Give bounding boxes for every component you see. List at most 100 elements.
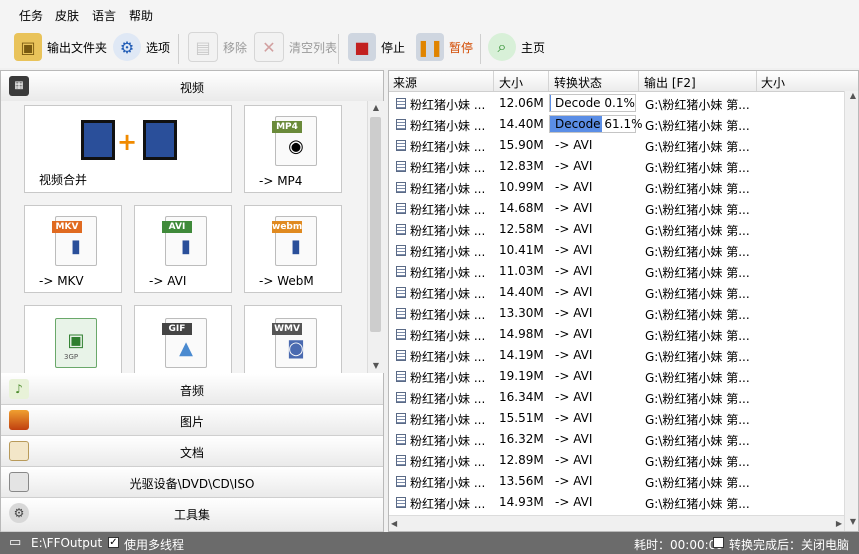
table-row[interactable]: 粉红猪小妹 ... 14.19M -> AVI G:\粉红猪小妹 第... bbox=[389, 345, 845, 366]
table-row[interactable]: 粉红猪小妹 ... 10.41M -> AVI G:\粉红猪小妹 第... bbox=[389, 240, 845, 261]
col-output-size[interactable]: 大小 bbox=[761, 74, 785, 91]
col-status[interactable]: 转换状态 bbox=[554, 74, 602, 91]
menu-help[interactable]: 帮助 bbox=[129, 7, 153, 24]
task-list-panel: 来源 大小 转换状态 输出 [F2] 大小 粉红猪小妹 ... 12.06M Dec… bbox=[388, 70, 859, 532]
table-row[interactable]: 粉红猪小妹 ... 19.19M -> AVI G:\粉红猪小妹 第... bbox=[389, 366, 845, 387]
toolbar-separator bbox=[178, 34, 179, 64]
table-row[interactable]: 粉红猪小妹 ... 11.03M -> AVI G:\粉红猪小妹 第... bbox=[389, 261, 845, 282]
file-icon bbox=[396, 308, 406, 319]
file-icon bbox=[396, 350, 406, 361]
file-icon bbox=[396, 224, 406, 235]
table-row[interactable]: 粉红猪小妹 ... 14.93M -> AVI G:\粉红猪小妹 第... bbox=[389, 492, 845, 513]
multithread-checkbox[interactable]: ✓ bbox=[108, 537, 119, 548]
table-row[interactable]: 粉红猪小妹 ... 14.68M -> AVI G:\粉红猪小妹 第... bbox=[389, 198, 845, 219]
tile-gif[interactable]: GIF ▲ bbox=[134, 305, 232, 373]
output-cell: G:\粉红猪小妹 第... bbox=[645, 98, 750, 112]
table-row[interactable]: 粉红猪小妹 ... 15.51M -> AVI G:\粉红猪小妹 第... bbox=[389, 408, 845, 429]
film-strip-icon bbox=[143, 120, 177, 160]
table-row[interactable]: 粉红猪小妹 ... 13.30M -> AVI G:\粉红猪小妹 第... bbox=[389, 303, 845, 324]
menu-skin[interactable]: 皮肤 bbox=[55, 7, 79, 24]
clear-list-button[interactable]: ✕ 清空列表 bbox=[254, 32, 337, 62]
elapsed-time: 耗时：00:00:09 bbox=[634, 538, 724, 552]
table-row[interactable]: 粉红猪小妹 ... 16.32M -> AVI G:\粉红猪小妹 第... bbox=[389, 429, 845, 450]
home-button[interactable]: ⌕ 主页 bbox=[488, 32, 545, 62]
scroll-thumb[interactable] bbox=[370, 117, 381, 332]
file-icon bbox=[396, 497, 406, 508]
output-path[interactable]: E:\FFOutput bbox=[31, 536, 102, 550]
output-folder-button[interactable]: ▣ 输出文件夹 bbox=[14, 32, 107, 62]
table-row[interactable]: 粉红猪小妹 ... 12.06M Decode 0.1% G:\粉红猪小妹 第... bbox=[389, 93, 845, 114]
category-scrollbar[interactable]: ▲ ▼ bbox=[367, 101, 384, 373]
tile-video-merge[interactable]: + 视频合并 bbox=[24, 105, 232, 193]
output-cell: G:\粉红猪小妹 第... bbox=[645, 119, 750, 133]
scroll-right-icon[interactable]: ▶ bbox=[836, 516, 842, 531]
mp4-file-icon: MP4 ◉ bbox=[272, 116, 317, 166]
after-done-checkbox[interactable] bbox=[713, 537, 724, 548]
tile-wmv[interactable]: WMV ◙ bbox=[244, 305, 342, 373]
status-cell: -> AVI bbox=[555, 201, 593, 215]
source-cell: 粉红猪小妹 ... bbox=[410, 140, 486, 154]
table-row[interactable]: 粉红猪小妹 ... 16.34M -> AVI G:\粉红猪小妹 第... bbox=[389, 387, 845, 408]
status-bar: ▭ E:\FFOutput ✓ 使用多线程 耗时：00:00:09 转换完成后：… bbox=[0, 532, 859, 554]
category-disc[interactable]: 光驱设备\DVD\CD\ISO bbox=[1, 467, 383, 498]
menu-language[interactable]: 语言 bbox=[92, 7, 116, 24]
status-cell: -> AVI bbox=[555, 390, 593, 404]
tile-webm[interactable]: webm ▮ -> WebM bbox=[244, 205, 342, 293]
tile-3gp[interactable]: ▣ 3GP bbox=[24, 305, 122, 373]
file-icon bbox=[396, 329, 406, 340]
category-audio[interactable]: ♪ 音频 bbox=[1, 374, 383, 405]
menu-task[interactable]: 任务 bbox=[19, 7, 43, 24]
table-row[interactable]: 粉红猪小妹 ... 13.56M -> AVI G:\粉红猪小妹 第... bbox=[389, 471, 845, 492]
tile-mp4[interactable]: MP4 ◉ -> MP4 bbox=[244, 105, 342, 193]
col-source[interactable]: 来源 bbox=[393, 74, 417, 91]
category-tools[interactable]: ⚙ 工具集 bbox=[1, 498, 383, 532]
options-button[interactable]: ⚙ 选项 bbox=[113, 32, 170, 62]
output-cell: G:\粉红猪小妹 第... bbox=[645, 161, 750, 175]
category-image[interactable]: 图片 bbox=[1, 405, 383, 436]
size-cell: 14.40M bbox=[499, 285, 544, 299]
scroll-left-icon[interactable]: ◀ bbox=[391, 516, 397, 531]
clear-list-icon: ✕ bbox=[254, 32, 284, 62]
size-cell: 12.89M bbox=[499, 453, 544, 467]
size-cell: 12.06M bbox=[499, 96, 544, 110]
table-row[interactable]: 粉红猪小妹 ... 14.40M Decode 61.1% G:\粉红猪小妹 第... bbox=[389, 114, 845, 135]
table-vertical-scrollbar[interactable]: ▲ ▼ bbox=[844, 91, 858, 531]
status-cell: -> AVI bbox=[555, 348, 593, 362]
pause-button[interactable]: ❚❚ 暂停 bbox=[416, 32, 473, 62]
table-row[interactable]: 粉红猪小妹 ... 15.90M -> AVI G:\粉红猪小妹 第... bbox=[389, 135, 845, 156]
category-video[interactable]: ▦ 视频 bbox=[1, 71, 383, 102]
source-cell: 粉红猪小妹 ... bbox=[410, 287, 486, 301]
scroll-down-icon[interactable]: ▼ bbox=[845, 517, 858, 531]
table-horizontal-scrollbar[interactable]: ◀ ▶ bbox=[389, 515, 844, 531]
size-cell: 15.51M bbox=[499, 411, 544, 425]
source-cell: 粉红猪小妹 ... bbox=[410, 392, 486, 406]
table-row[interactable]: 粉红猪小妹 ... 12.83M -> AVI G:\粉红猪小妹 第... bbox=[389, 156, 845, 177]
stop-button[interactable]: ■ 停止 bbox=[348, 32, 405, 62]
col-output[interactable]: 输出 [F2] bbox=[644, 74, 696, 91]
table-row[interactable]: 粉红猪小妹 ... 12.89M -> AVI G:\粉红猪小妹 第... bbox=[389, 450, 845, 471]
table-row[interactable]: 粉红猪小妹 ... 12.58M -> AVI G:\粉红猪小妹 第... bbox=[389, 219, 845, 240]
scroll-down-icon[interactable]: ▼ bbox=[368, 359, 384, 373]
tile-avi[interactable]: AVI ▮ -> AVI bbox=[134, 205, 232, 293]
category-panel: ▦ 视频 + 视频合并 MP4 ◉ -> MP4 MKV ▮ -> MKV AV… bbox=[0, 70, 384, 532]
col-size[interactable]: 大小 bbox=[499, 74, 523, 91]
table-row[interactable]: 粉红猪小妹 ... 14.40M -> AVI G:\粉红猪小妹 第... bbox=[389, 282, 845, 303]
file-icon bbox=[396, 287, 406, 298]
scroll-up-icon[interactable]: ▲ bbox=[845, 91, 858, 105]
scroll-up-icon[interactable]: ▲ bbox=[368, 101, 384, 115]
remove-button[interactable]: ▤ 移除 bbox=[188, 32, 247, 62]
table-row[interactable]: 粉红猪小妹 ... 10.99M -> AVI G:\粉红猪小妹 第... bbox=[389, 177, 845, 198]
output-cell: G:\粉红猪小妹 第... bbox=[645, 140, 750, 154]
category-document[interactable]: 文档 bbox=[1, 436, 383, 467]
output-cell: G:\粉红猪小妹 第... bbox=[645, 434, 750, 448]
tile-mkv[interactable]: MKV ▮ -> MKV bbox=[24, 205, 122, 293]
multithread-label: 使用多线程 bbox=[124, 538, 185, 552]
output-cell: G:\粉红猪小妹 第... bbox=[645, 266, 750, 280]
output-cell: G:\粉红猪小妹 第... bbox=[645, 350, 750, 364]
output-cell: G:\粉红猪小妹 第... bbox=[645, 308, 750, 322]
size-cell: 13.30M bbox=[499, 306, 544, 320]
table-row[interactable]: 粉红猪小妹 ... 14.98M -> AVI G:\粉红猪小妹 第... bbox=[389, 324, 845, 345]
video-format-grid: + 视频合并 MP4 ◉ -> MP4 MKV ▮ -> MKV AVI ▮ -… bbox=[1, 101, 367, 373]
output-cell: G:\粉红猪小妹 第... bbox=[645, 245, 750, 259]
table-header: 来源 大小 转换状态 输出 [F2] 大小 bbox=[389, 71, 858, 92]
